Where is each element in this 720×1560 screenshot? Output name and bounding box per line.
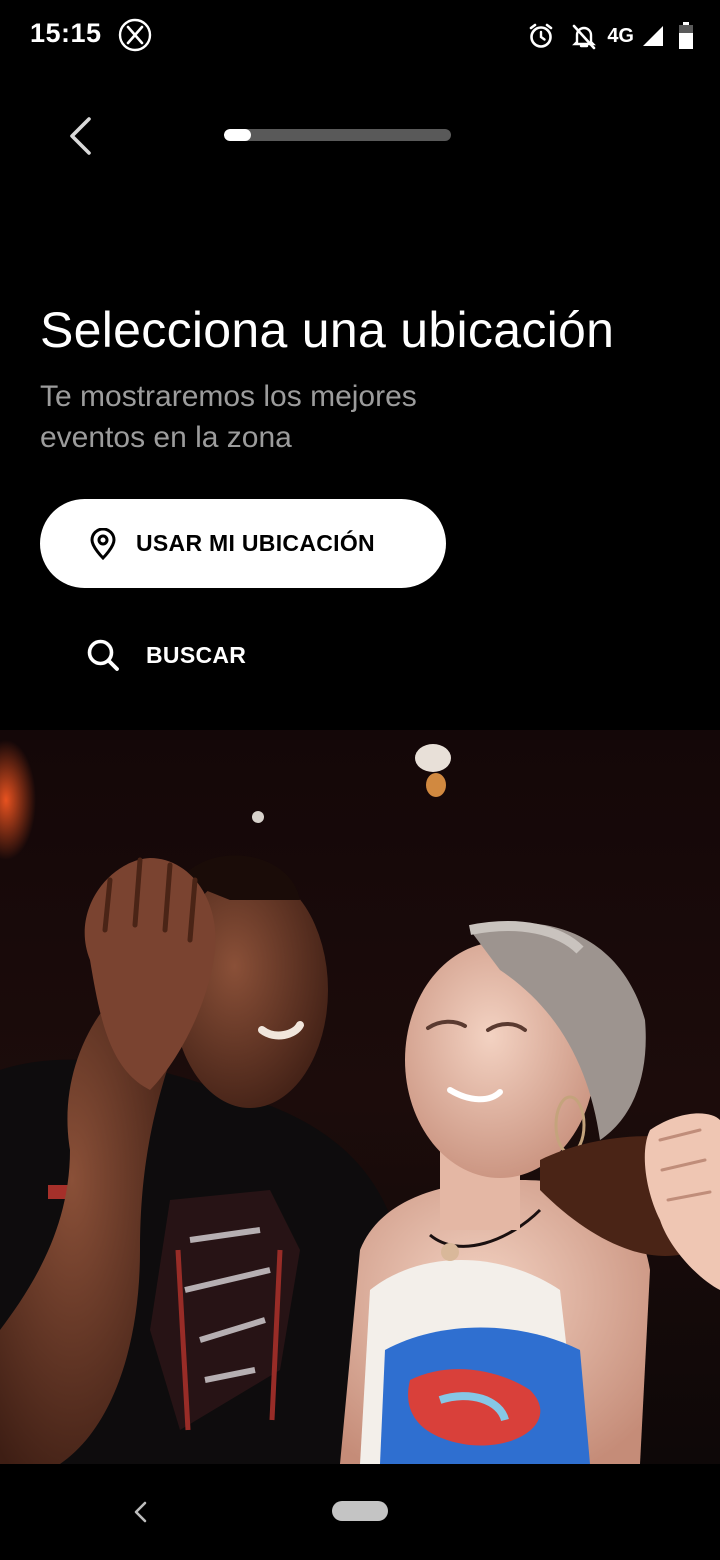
search-label: BUSCAR	[146, 641, 247, 668]
network-label: 4G	[607, 24, 634, 47]
chevron-left-icon	[70, 117, 91, 155]
use-my-location-label: USAR MI UBICACIÓN	[136, 530, 375, 556]
status-bar: 15:15 4G	[0, 0, 720, 72]
location-pin-icon	[90, 527, 116, 560]
onboarding-progress-bar	[224, 129, 451, 141]
photo-couple-dancing	[0, 730, 720, 1464]
use-my-location-button[interactable]: USAR MI UBICACIÓN	[40, 499, 446, 588]
alarm-icon	[530, 23, 553, 48]
hero-photo	[0, 730, 720, 1464]
notifications-off-icon	[572, 24, 597, 50]
home-pill-icon[interactable]	[332, 1501, 388, 1521]
signal-icon	[643, 26, 663, 46]
back-button[interactable]	[56, 108, 104, 164]
page-subtitle: Te mostraremos los mejores eventos en la…	[40, 380, 417, 454]
nav-back-icon	[134, 1501, 147, 1523]
battery-icon	[679, 22, 693, 49]
search-button[interactable]: BUSCAR	[86, 630, 246, 680]
progress-fill	[224, 129, 252, 141]
nav-back-button[interactable]	[126, 1492, 154, 1532]
status-icons: 4G	[527, 16, 694, 56]
search-icon	[87, 639, 119, 671]
status-time: 15:15	[30, 18, 102, 48]
x-app-icon	[118, 18, 152, 52]
page-title: Selecciona una ubicación	[40, 302, 615, 358]
